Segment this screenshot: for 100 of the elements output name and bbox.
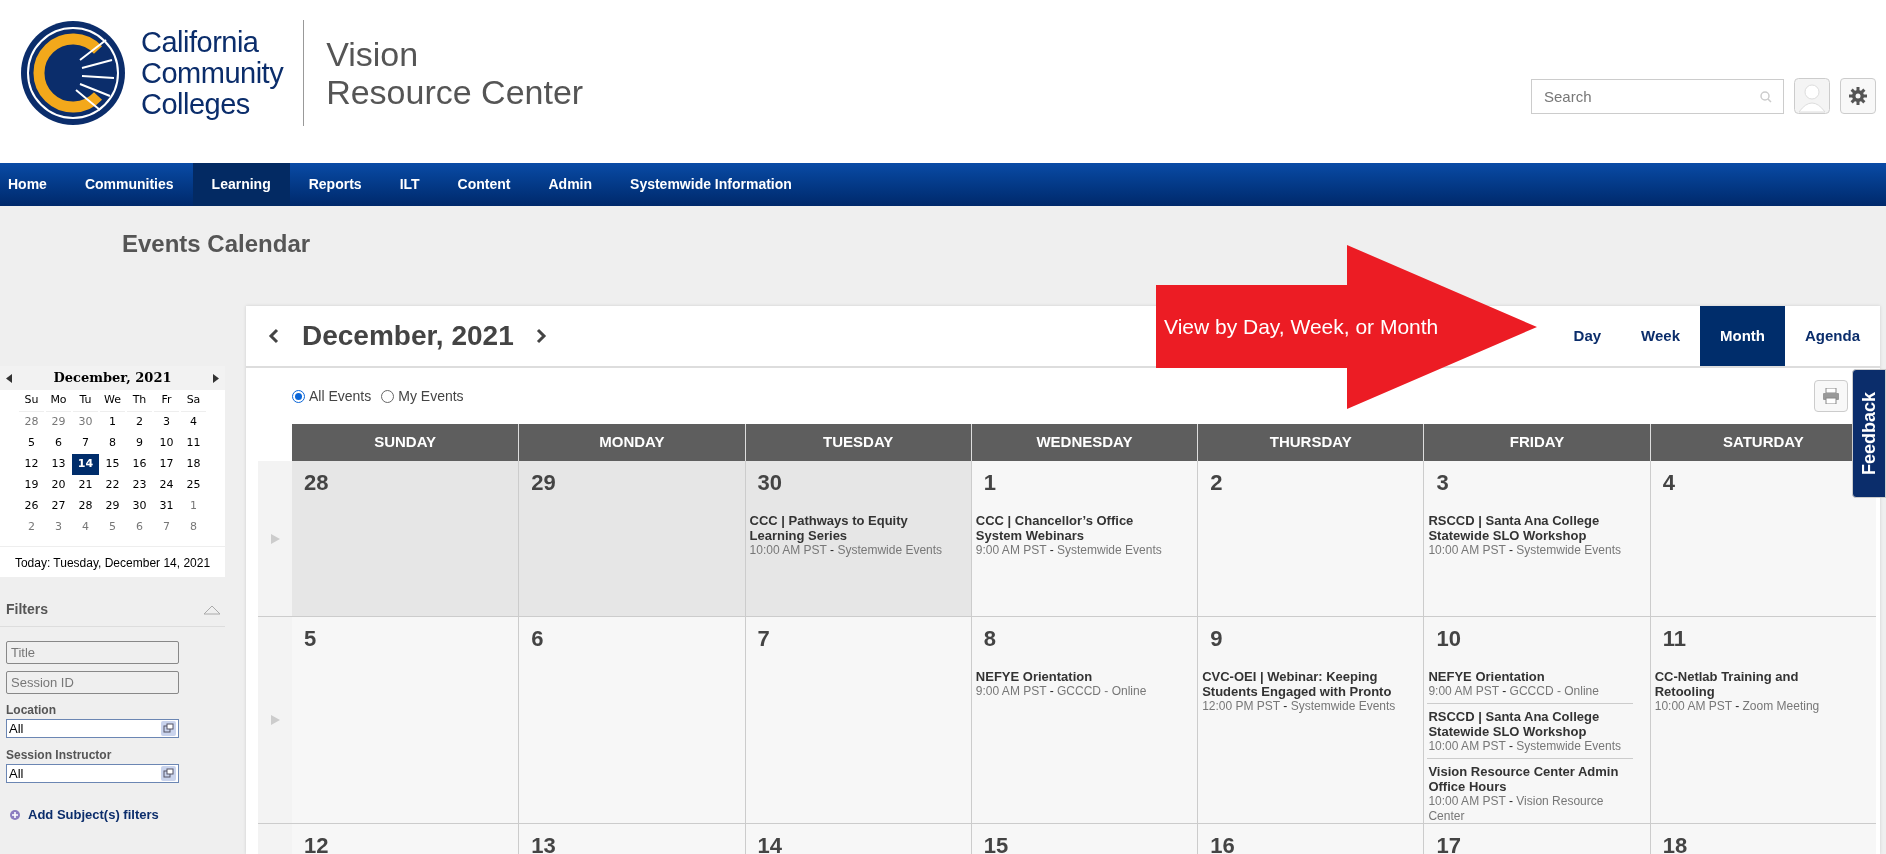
weekday-label: Fr: [154, 390, 179, 412]
nav-item[interactable]: Reports: [289, 163, 381, 206]
date-cell[interactable]: 1: [99, 412, 126, 433]
date-cell[interactable]: 28: [72, 496, 99, 517]
nav-item[interactable]: Systemwide Information: [611, 163, 811, 206]
view-tab[interactable]: Day: [1553, 306, 1622, 366]
date-cell[interactable]: 9: [126, 433, 153, 454]
date-cell[interactable]: 8: [180, 517, 207, 538]
date-cell[interactable]: 15: [99, 454, 126, 475]
date-cell[interactable]: 31: [153, 496, 180, 517]
day-cell[interactable]: 17: [1423, 824, 1650, 854]
date-cell[interactable]: 30: [126, 496, 153, 517]
day-cell[interactable]: 28: [292, 461, 519, 616]
date-cell[interactable]: 24: [153, 475, 180, 496]
date-cell[interactable]: 3: [153, 412, 180, 433]
date-cell[interactable]: 20: [45, 475, 72, 496]
text-field[interactable]: Session ID: [6, 671, 179, 694]
date-cell[interactable]: 2: [126, 412, 153, 433]
date-cell[interactable]: 5: [99, 517, 126, 538]
date-cell[interactable]: 26: [18, 496, 45, 517]
day-cell[interactable]: 15: [970, 824, 1198, 854]
text-field[interactable]: Title: [6, 641, 179, 664]
date-cell[interactable]: 22: [99, 475, 126, 496]
radio-label: My Events: [398, 386, 464, 406]
date-cell[interactable]: 28: [18, 412, 45, 433]
day-cell[interactable]: 8 NEFYE Orientation 9:00 AM PST - GCCCD - Online: [970, 617, 1198, 823]
view-tab[interactable]: Week: [1621, 306, 1700, 366]
nav-item[interactable]: Communities: [65, 163, 193, 206]
date-cell[interactable]: 23: [126, 475, 153, 496]
nav-item[interactable]: Admin: [529, 163, 612, 206]
date-cell[interactable]: 16: [126, 454, 153, 475]
add-subject-filters-link[interactable]: Add Subject(s) filters: [28, 805, 159, 825]
day-cell[interactable]: 1 CCC | Chancellor’s Office System Webinars 9:00 AM PST - Systemwide Events: [970, 461, 1198, 616]
date-cell[interactable]: 12: [18, 454, 45, 475]
day-cell[interactable]: 16: [1197, 824, 1424, 854]
day-cell[interactable]: 12: [292, 824, 519, 854]
day-number: 8: [983, 625, 997, 653]
weekday-label: We: [100, 390, 125, 412]
date-cell[interactable]: 8: [99, 433, 126, 454]
day-number: 11: [1662, 625, 1686, 653]
day-cell[interactable]: 7: [744, 617, 971, 823]
day-cell[interactable]: 5: [292, 617, 519, 823]
date-cell[interactable]: 4: [72, 517, 99, 538]
event-item[interactable]: RSCCD | Santa Ana College Statewide SLO Workshop 10:00 AM PST - Systemwide Events: [1430, 513, 1631, 558]
date-cell[interactable]: 25: [180, 475, 207, 496]
date-cell[interactable]: 7: [72, 433, 99, 454]
date-cell[interactable]: 10: [153, 433, 180, 454]
date-cell[interactable]: 30: [72, 412, 99, 433]
day-cell[interactable]: 30 CCC | Pathways to Equity Learning Series 10:00 AM PST - Systemwide Events: [744, 461, 971, 616]
date-cell[interactable]: 4: [180, 412, 207, 433]
date-cell[interactable]: 2: [18, 517, 45, 538]
event-item[interactable]: NEFYE Orientation 9:00 AM PST - GCCCD - Online: [977, 669, 1178, 699]
event-item[interactable]: CC-Netlab Training and Retooling 10:00 AM PST - Zoom Meeting: [1656, 669, 1857, 714]
date-cell[interactable]: 18: [180, 454, 207, 475]
nav-item[interactable]: Learning: [192, 163, 290, 206]
view-tab[interactable]: Month: [1700, 306, 1785, 366]
date-cell[interactable]: 14: [72, 454, 99, 475]
day-cell[interactable]: 13: [518, 824, 745, 854]
date-cell[interactable]: 6: [126, 517, 153, 538]
field-label: Session Instructor: [6, 747, 112, 764]
day-cell[interactable]: 9 CVC-OEI | Webinar: Keeping Students Engaged with Pronto 12:00 PM PST - Systemwide Events: [1197, 617, 1424, 823]
date-cell[interactable]: 3: [45, 517, 72, 538]
date-cell[interactable]: 11: [180, 433, 207, 454]
event-item[interactable]: NEFYE Orientation 9:00 AM PST - GCCCD - Online: [1430, 669, 1631, 699]
date-cell[interactable]: 27: [45, 496, 72, 517]
nav-item[interactable]: Home: [0, 163, 66, 206]
date-cell[interactable]: 17: [153, 454, 180, 475]
radio-label: All Events: [309, 386, 372, 406]
nav-item[interactable]: Content: [438, 163, 530, 206]
day-cell[interactable]: 6: [518, 617, 745, 823]
day-number: 5: [304, 625, 317, 653]
site-title: Vision Resource Center: [326, 35, 584, 111]
date-cell[interactable]: 19: [18, 475, 45, 496]
event-item[interactable]: RSCCD | Santa Ana College Statewide SLO Workshop 10:00 AM PST - Systemwide Events: [1427, 703, 1634, 754]
search-field[interactable]: Search: [1531, 78, 1784, 114]
day-cell[interactable]: 14: [744, 824, 971, 854]
day-cell[interactable]: 3 RSCCD | Santa Ana College Statewide SLO Workshop 10:00 AM PST - Systemwide Events: [1423, 461, 1650, 616]
event-item[interactable]: CCC | Pathways to Equity Learning Series 10:00 AM PST - Systemwide Events: [751, 513, 952, 558]
event-item[interactable]: CCC | Chancellor’s Office System Webinars 9:00 AM PST - Systemwide Events: [977, 513, 1178, 558]
date-cell[interactable]: 6: [45, 433, 72, 454]
date-cell[interactable]: 29: [45, 412, 72, 433]
filters-heading: Filters: [6, 600, 48, 619]
event-item[interactable]: CVC-OEI | Webinar: Keeping Students Engaged with Pronto 12:00 PM PST - Systemwide Events: [1204, 669, 1405, 714]
view-tab[interactable]: Agenda: [1785, 306, 1880, 366]
day-cell[interactable]: 29: [518, 461, 745, 616]
feedback-tab[interactable]: Feedback: [1852, 369, 1886, 498]
date-cell[interactable]: 5: [18, 433, 45, 454]
date-cell[interactable]: 21: [72, 475, 99, 496]
date-cell[interactable]: 29: [99, 496, 126, 517]
nav-item[interactable]: ILT: [380, 163, 439, 206]
date-cell[interactable]: 1: [180, 496, 207, 517]
day-cell[interactable]: 11 CC-Netlab Training and Retooling 10:00 AM PST - Zoom Meeting: [1649, 617, 1876, 823]
day-cell[interactable]: 18: [1649, 824, 1876, 854]
lookup-field[interactable]: All: [6, 764, 179, 783]
day-number: 1: [983, 469, 997, 497]
date-cell[interactable]: 13: [45, 454, 72, 475]
lookup-field[interactable]: All: [6, 719, 179, 738]
day-cell[interactable]: 2: [1197, 461, 1424, 616]
date-cell[interactable]: 7: [153, 517, 180, 538]
day-number: 17: [1436, 832, 1461, 854]
